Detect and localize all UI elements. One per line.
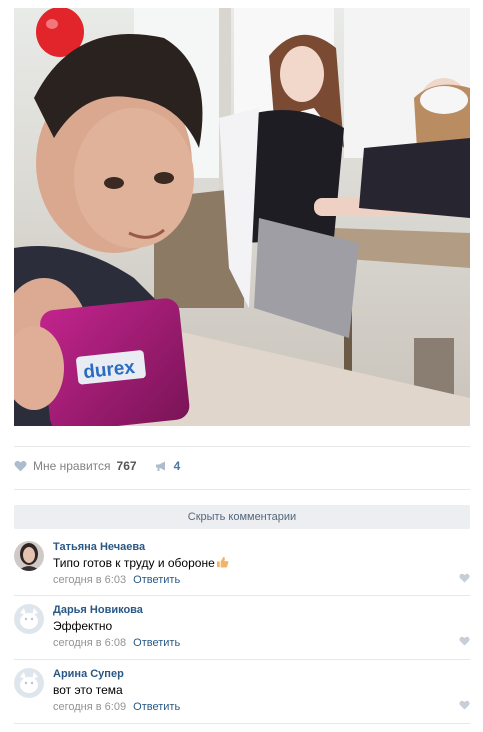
share-button[interactable]: 4 bbox=[155, 459, 181, 473]
like-label: Мне нравится bbox=[33, 459, 111, 473]
comment-item: Дарья Новикова Эффектно сегодня в 6:08 О… bbox=[14, 604, 470, 666]
comment-like-heart-icon[interactable] bbox=[459, 636, 470, 646]
classroom-photo-illustration: durex bbox=[14, 8, 470, 426]
comment-text: Типо готов к труду и обороне bbox=[53, 556, 229, 570]
default-dog-avatar-icon bbox=[14, 668, 44, 698]
hide-comments-button[interactable]: Скрыть комментарии bbox=[14, 505, 470, 529]
avatar[interactable] bbox=[14, 668, 44, 698]
reply-button[interactable]: Ответить bbox=[133, 637, 180, 649]
divider bbox=[14, 489, 470, 490]
post-actions: Мне нравится 767 4 bbox=[14, 456, 470, 476]
like-button[interactable]: Мне нравится 767 bbox=[14, 459, 137, 473]
comment-author[interactable]: Дарья Новикова bbox=[53, 604, 143, 616]
comment-meta: сегодня в 6:08 Ответить bbox=[53, 637, 180, 649]
comment-meta: сегодня в 6:03 Ответить bbox=[53, 574, 180, 586]
comment-like-heart-icon[interactable] bbox=[459, 573, 470, 583]
comment-meta: сегодня в 6:09 Ответить bbox=[53, 701, 180, 713]
comment-text: вот это тема bbox=[53, 683, 123, 697]
default-dog-avatar-icon bbox=[14, 604, 44, 634]
avatar[interactable] bbox=[14, 541, 44, 571]
comment-author[interactable]: Татьяна Нечаева bbox=[53, 541, 145, 553]
comment-time[interactable]: сегодня в 6:09 bbox=[53, 701, 126, 713]
comment-time[interactable]: сегодня в 6:03 bbox=[53, 574, 126, 586]
avatar[interactable] bbox=[14, 604, 44, 634]
comment-time[interactable]: сегодня в 6:08 bbox=[53, 637, 126, 649]
reply-button[interactable]: Ответить bbox=[133, 574, 180, 586]
comment-author[interactable]: Арина Супер bbox=[53, 668, 124, 680]
share-count: 4 bbox=[173, 459, 181, 473]
user-photo-avatar-icon bbox=[14, 541, 44, 571]
comment-text: Эффектно bbox=[53, 619, 113, 633]
comment-text-content: Типо готов к труду и обороне bbox=[53, 556, 215, 570]
post-photo[interactable]: durex bbox=[14, 8, 470, 426]
heart-icon bbox=[14, 460, 27, 472]
comment-like-heart-icon[interactable] bbox=[459, 700, 470, 710]
divider bbox=[14, 595, 470, 596]
like-count: 767 bbox=[116, 459, 137, 473]
divider bbox=[14, 659, 470, 660]
comment-item: Татьяна Нечаева Типо готов к труду и обо… bbox=[14, 541, 470, 603]
reply-button[interactable]: Ответить bbox=[133, 701, 180, 713]
divider bbox=[14, 446, 470, 447]
thumbs-up-icon bbox=[216, 556, 229, 568]
divider bbox=[14, 723, 470, 724]
megaphone-icon bbox=[155, 461, 165, 471]
comment-item: Арина Супер вот это тема сегодня в 6:09 … bbox=[14, 668, 470, 730]
